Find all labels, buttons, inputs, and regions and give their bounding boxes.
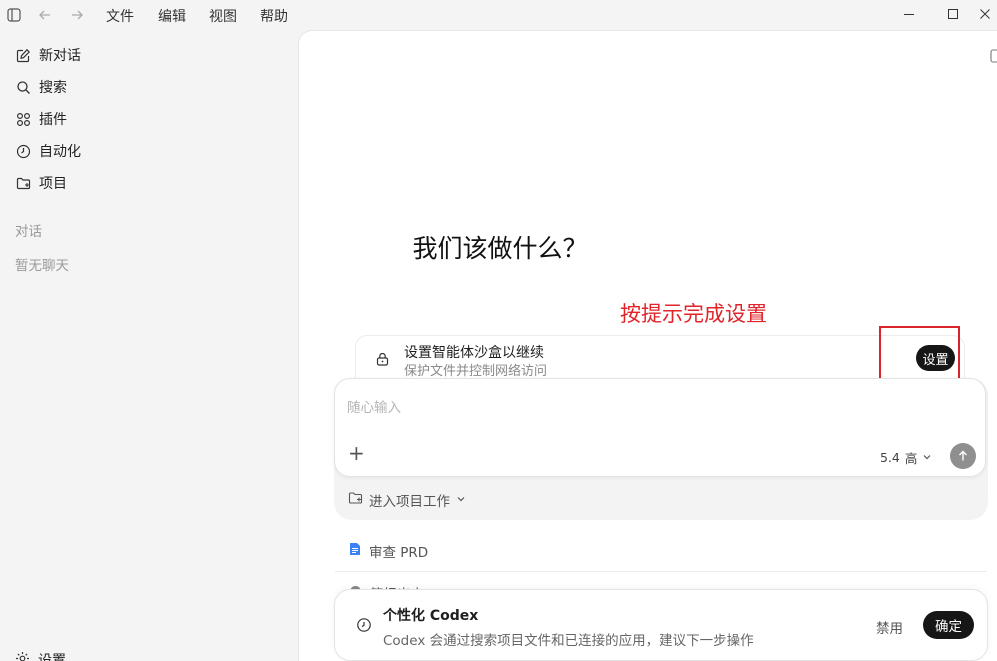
disable-button[interactable]: 禁用 xyxy=(876,617,903,637)
personalize-subtitle: Codex 会通过搜索项目文件和已连接的应用，建议下一步操作 xyxy=(383,633,754,649)
arrow-up-icon xyxy=(957,447,969,466)
clock-icon xyxy=(15,143,31,159)
menu-view[interactable]: 视图 xyxy=(209,6,237,26)
personalize-card: 个性化 Codex Codex 会通过搜索项目文件和已连接的应用，建议下一步操作… xyxy=(334,589,988,661)
sidebar-item-automation[interactable]: 自动化 xyxy=(15,139,81,163)
model-version: 5.4 xyxy=(880,450,900,465)
minimize-icon[interactable] xyxy=(899,4,919,24)
confirm-button[interactable]: 确定 xyxy=(923,611,974,639)
sandbox-setup-card: 设置智能体沙盒以继续 保护文件并控制网络访问 xyxy=(355,335,965,383)
enter-project-label: 进入项目工作 xyxy=(369,494,450,510)
sidebar-item-label: 项目 xyxy=(39,176,67,192)
chevron-down-icon xyxy=(456,492,466,508)
gear-icon xyxy=(15,651,30,661)
sidebar-item-label: 设置 xyxy=(38,653,66,661)
sidebar-item-plugins[interactable]: 插件 xyxy=(15,107,67,131)
menu-help[interactable]: 帮助 xyxy=(260,6,288,26)
composer: 随心输入 + 5.4 高 xyxy=(334,378,986,477)
sidebar-toggle-icon[interactable] xyxy=(6,7,22,23)
folder-icon xyxy=(348,491,363,509)
model-selector[interactable]: 5.4 高 xyxy=(880,448,932,467)
menu-edit[interactable]: 编辑 xyxy=(158,6,186,26)
sidebar-item-label: 搜索 xyxy=(39,80,67,96)
sidebar-item-search[interactable]: 搜索 xyxy=(15,75,67,99)
edit-icon xyxy=(15,47,31,63)
prompt-input[interactable]: 随心输入 xyxy=(347,396,401,416)
plus-icon[interactable]: + xyxy=(348,443,365,463)
app-window: 文件 编辑 视图 帮助 新对话 搜索 插件 自动化 项目 对话 暂无聊天 设置 … xyxy=(0,0,997,661)
effort-level: 高 xyxy=(904,451,918,466)
sidebar-item-new-chat[interactable]: 新对话 xyxy=(15,43,81,67)
doc-icon xyxy=(349,542,361,560)
personalize-title: 个性化 Codex xyxy=(383,608,479,624)
lock-icon xyxy=(376,351,389,370)
sandbox-subtitle: 保护文件并控制网络访问 xyxy=(404,364,548,379)
highlight-box xyxy=(879,326,960,382)
folder-icon xyxy=(15,175,31,191)
send-button[interactable] xyxy=(950,443,976,469)
suggestion-item[interactable]: 审查 PRD xyxy=(335,533,987,569)
maximize-icon[interactable] xyxy=(943,4,963,24)
sidebar-item-settings[interactable]: 设置 xyxy=(15,650,66,661)
chevron-down-icon xyxy=(922,450,932,465)
page-title: 我们该做什么？ xyxy=(412,234,588,263)
plugins-icon xyxy=(15,111,31,127)
annotation-text: 按提示完成设置 xyxy=(620,302,767,326)
title-bar: 文件 编辑 视图 帮助 xyxy=(0,0,997,30)
sidebar-item-label: 自动化 xyxy=(39,144,81,160)
sidebar-item-projects[interactable]: 项目 xyxy=(15,171,67,195)
sparkle-clock-icon xyxy=(356,617,372,637)
search-icon xyxy=(15,79,31,95)
sidebar-item-label: 新对话 xyxy=(39,48,81,64)
sidebar: 新对话 搜索 插件 自动化 项目 对话 暂无聊天 xyxy=(0,30,298,661)
back-arrow-icon[interactable] xyxy=(37,7,53,23)
close-icon[interactable] xyxy=(975,4,995,24)
panel-toggle-icon[interactable] xyxy=(990,48,997,67)
forward-arrow-icon[interactable] xyxy=(69,7,85,23)
menu-file[interactable]: 文件 xyxy=(106,6,134,26)
suggestion-label: 审查 PRD xyxy=(369,545,429,561)
sidebar-item-label: 插件 xyxy=(39,112,67,128)
divider xyxy=(335,571,987,572)
enter-project-link[interactable]: 进入项目工作 xyxy=(348,490,466,510)
sandbox-title: 设置智能体沙盒以继续 xyxy=(404,345,544,361)
